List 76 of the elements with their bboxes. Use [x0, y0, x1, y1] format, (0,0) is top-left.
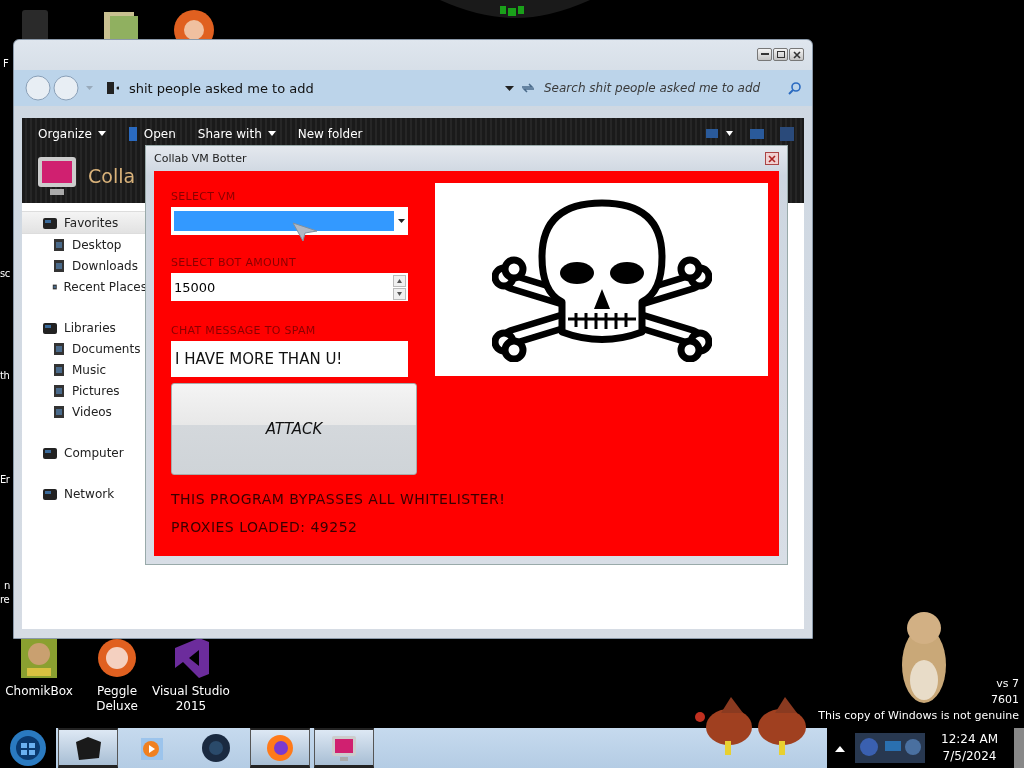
- sidebar-item[interactable]: Documents: [22, 338, 147, 359]
- dropdown-arrow-icon: [398, 219, 405, 223]
- sidebar-item[interactable]: Downloads: [22, 255, 147, 276]
- maximize-button[interactable]: [773, 48, 788, 61]
- taskbar-button[interactable]: [314, 728, 374, 768]
- search-field[interactable]: Search shit people asked me to add: [542, 76, 782, 100]
- cursor-icon: [293, 221, 317, 241]
- info-text: THIS PROGRAM BYPASSES ALL WHITELISTER!: [171, 490, 506, 509]
- info-text: PROXIES LOADED: 49252: [171, 518, 358, 537]
- file-icon: [52, 383, 66, 398]
- icon-label: n: [4, 580, 10, 591]
- maximize-icon: [776, 51, 785, 58]
- tray-icons-drawing[interactable]: [855, 731, 926, 765]
- bot-amount-spinner[interactable]: 15000: [171, 273, 408, 301]
- close-icon: [792, 50, 801, 59]
- file-icon: [52, 341, 66, 356]
- sidebar-item[interactable]: Libraries: [22, 317, 147, 338]
- file-icon: [52, 258, 66, 273]
- sidebar-item[interactable]: Favorites: [22, 211, 147, 234]
- icon-label: sc: [0, 268, 10, 279]
- icon-label: Visual Studio 2015: [152, 684, 230, 714]
- sidebar-item[interactable]: Music: [22, 359, 147, 380]
- box-icon: [42, 486, 58, 501]
- box-icon: [42, 215, 58, 230]
- close-button[interactable]: [789, 48, 804, 61]
- sidebar-item[interactable]: Videos: [22, 401, 147, 422]
- sidebar-item[interactable]: Network: [22, 483, 147, 504]
- field-label: CHAT MESSAGE TO SPAM: [171, 323, 317, 337]
- watermark-text: vs 7: [996, 676, 1019, 692]
- refresh-icon[interactable]: [520, 81, 536, 95]
- toolbar-button[interactable]: Open: [123, 123, 180, 144]
- file-icon: [52, 404, 66, 419]
- icon-label: re: [0, 594, 10, 605]
- toolbar-button[interactable]: Organize: [34, 124, 110, 143]
- view-icon[interactable]: [706, 128, 734, 139]
- close-icon: [768, 154, 776, 163]
- dropdown-arrow-icon: [505, 85, 514, 91]
- address-field[interactable]: shit people asked me to add: [99, 80, 514, 96]
- icon-label: Er: [0, 474, 10, 485]
- window-title: Collab VM Botter: [154, 152, 247, 165]
- ball-icon[interactable]: [95, 636, 139, 680]
- caret-icon: [97, 131, 106, 136]
- globe-icon: [201, 733, 231, 763]
- watermark-text: 7601: [991, 692, 1019, 708]
- caret-icon: [267, 131, 276, 136]
- show-hidden-icons-icon[interactable]: [835, 744, 846, 752]
- turkey-drawing: [695, 697, 753, 755]
- box-icon: [42, 445, 58, 460]
- sidebar-item[interactable]: Pictures: [22, 380, 147, 401]
- minimize-icon: [760, 53, 769, 56]
- icon-label: F: [3, 58, 9, 69]
- file-icon: [52, 362, 66, 377]
- file-icon: [52, 237, 66, 252]
- start-button[interactable]: [9, 729, 47, 767]
- close-button[interactable]: [765, 152, 779, 165]
- message-field[interactable]: I HAVE MORE THAN U!: [171, 341, 408, 377]
- folder-title: Colla: [88, 165, 136, 187]
- minimize-button[interactable]: [757, 48, 772, 61]
- attack-button[interactable]: ATTACK: [171, 383, 417, 475]
- sidebar-item[interactable]: Desktop: [22, 234, 147, 255]
- field-label: SELECT VM: [171, 189, 237, 203]
- watermark-text: This copy of Windows is not genuine: [818, 708, 1019, 724]
- sidebar-item[interactable]: Recent Places: [22, 276, 147, 297]
- field-label: SELECT BOT AMOUNT: [171, 255, 297, 269]
- taskbar-button[interactable]: [58, 728, 118, 768]
- search-icon[interactable]: [788, 81, 802, 95]
- skull-crossbones-icon: [491, 197, 712, 362]
- icon-label: th: [0, 370, 10, 381]
- sidebar-item[interactable]: Computer: [22, 442, 147, 463]
- toolbar-button[interactable]: New folder: [293, 124, 367, 143]
- turkey-drawing: [755, 697, 807, 755]
- box-icon: [42, 320, 58, 335]
- toolbar-button[interactable]: Share with: [193, 124, 280, 143]
- taskbar-button[interactable]: [250, 728, 310, 768]
- file-icon: [127, 125, 138, 142]
- icon-label: ChomikBox: [5, 684, 73, 699]
